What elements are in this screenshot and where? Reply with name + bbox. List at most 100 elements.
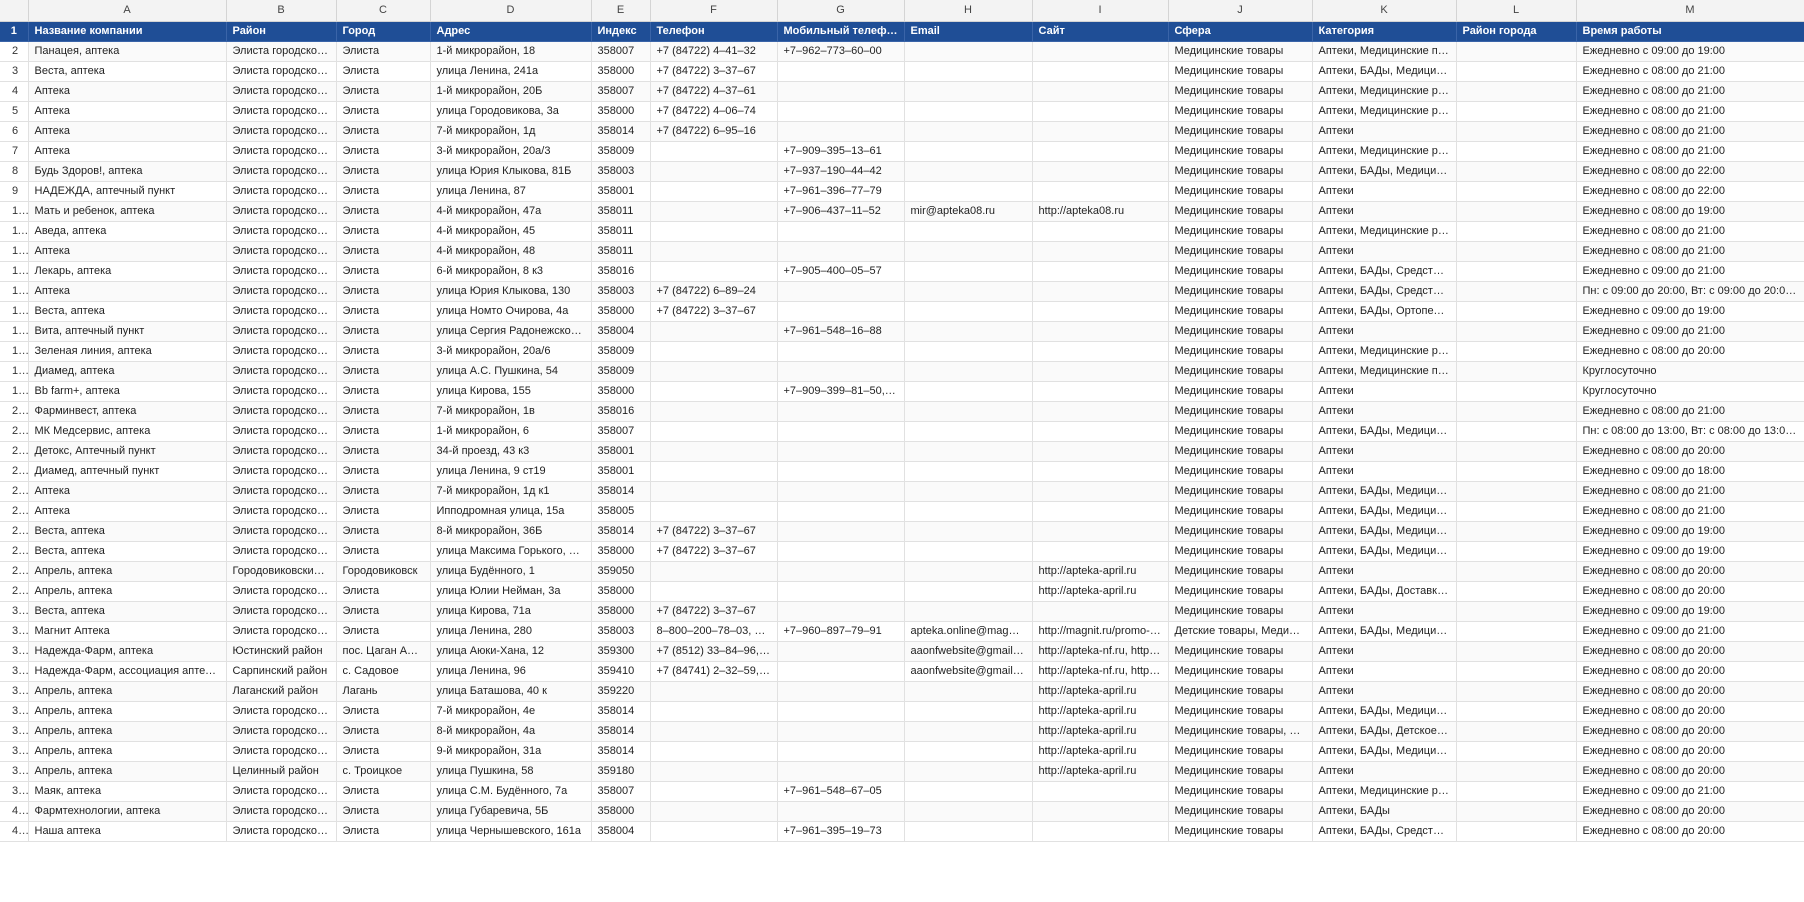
table-cell[interactable]: 358011 [591, 221, 651, 242]
table-cell[interactable] [1456, 701, 1577, 722]
table-cell[interactable]: Аптеки, БАДы, Детское пит... [1312, 721, 1457, 742]
table-cell[interactable]: Ежедневно с 08:00 до 21:00 [1576, 61, 1804, 82]
table-cell[interactable]: Элиста городской округ [226, 801, 337, 822]
table-cell[interactable]: 3-й микрорайон, 20а/3 [430, 141, 592, 162]
table-cell[interactable]: Апрель, аптека [28, 741, 227, 762]
column-letter-a[interactable]: A [28, 0, 227, 22]
table-cell[interactable] [650, 221, 778, 242]
header-cell[interactable]: Сфера [1168, 21, 1313, 42]
table-cell[interactable]: http://apteka-april.ru [1032, 721, 1169, 742]
table-cell[interactable]: Элиста [336, 421, 431, 442]
table-cell[interactable]: Медицинские товары [1168, 181, 1313, 202]
table-cell[interactable] [904, 141, 1033, 162]
table-cell[interactable]: Ежедневно с 08:00 до 21:00 [1576, 81, 1804, 102]
table-cell[interactable]: Медицинские товары [1168, 801, 1313, 822]
table-cell[interactable]: Аптеки [1312, 441, 1457, 462]
table-cell[interactable]: 358000 [591, 801, 651, 822]
table-cell[interactable]: Медицинские товары [1168, 561, 1313, 582]
table-cell[interactable]: Ежедневно с 09:00 до 19:00 [1576, 41, 1804, 62]
table-cell[interactable]: Медицинские товары [1168, 441, 1313, 462]
table-cell[interactable]: Ипподромная улица, 15а [430, 501, 592, 522]
row-number[interactable]: 13 [0, 261, 29, 282]
table-cell[interactable] [904, 121, 1033, 142]
table-cell[interactable] [777, 341, 905, 362]
column-letter-f[interactable]: F [650, 0, 778, 22]
table-cell[interactable]: Апрель, аптека [28, 681, 227, 702]
table-cell[interactable]: Медицинские товары [1168, 821, 1313, 842]
table-cell[interactable] [650, 321, 778, 342]
table-cell[interactable]: Аптеки [1312, 121, 1457, 142]
row-number[interactable]: 23 [0, 461, 29, 482]
table-cell[interactable] [777, 501, 905, 522]
table-cell[interactable]: 358014 [591, 701, 651, 722]
table-cell[interactable]: Медицинские товары [1168, 641, 1313, 662]
table-cell[interactable] [1456, 161, 1577, 182]
table-cell[interactable]: Городовиковск [336, 561, 431, 582]
row-number[interactable]: 6 [0, 121, 29, 142]
table-cell[interactable]: Медицинские товары [1168, 141, 1313, 162]
table-cell[interactable]: Аптеки, БАДы, Медицинск... [1312, 161, 1457, 182]
table-cell[interactable]: Детокс, Аптечный пункт [28, 441, 227, 462]
table-cell[interactable] [1456, 241, 1577, 262]
table-cell[interactable] [1456, 821, 1577, 842]
table-cell[interactable]: Элиста городской округ [226, 241, 337, 262]
table-cell[interactable]: Медицинские товары [1168, 361, 1313, 382]
table-cell[interactable] [1456, 101, 1577, 122]
table-cell[interactable] [1456, 421, 1577, 442]
table-cell[interactable]: Аптека [28, 101, 227, 122]
table-cell[interactable]: Ежедневно с 09:00 до 18:00 [1576, 461, 1804, 482]
header-cell[interactable]: Район [226, 21, 337, 42]
table-cell[interactable]: http://apteka-april.ru [1032, 681, 1169, 702]
table-cell[interactable]: +7 (84722) 4–41–32 [650, 41, 778, 62]
table-cell[interactable]: Медицинские товары [1168, 401, 1313, 422]
table-cell[interactable]: Элиста городской округ [226, 141, 337, 162]
table-cell[interactable]: 7-й микрорайон, 1в [430, 401, 592, 422]
table-cell[interactable]: Элиста [336, 301, 431, 322]
table-cell[interactable] [1456, 521, 1577, 542]
table-cell[interactable]: Ежедневно с 08:00 до 20:00 [1576, 561, 1804, 582]
table-cell[interactable]: Элиста [336, 381, 431, 402]
table-cell[interactable]: Элиста городской округ [226, 261, 337, 282]
row-number[interactable]: 16 [0, 321, 29, 342]
table-cell[interactable]: Медицинские товары [1168, 601, 1313, 622]
table-cell[interactable]: Аптека [28, 501, 227, 522]
table-cell[interactable]: 1-й микрорайон, 20Б [430, 81, 592, 102]
table-cell[interactable] [904, 441, 1033, 462]
table-cell[interactable] [904, 101, 1033, 122]
row-number[interactable]: 2 [0, 41, 29, 62]
table-cell[interactable] [1456, 261, 1577, 282]
table-cell[interactable]: Аптеки, Медицинские рас... [1312, 101, 1457, 122]
table-cell[interactable]: Ежедневно с 08:00 до 20:00 [1576, 641, 1804, 662]
table-cell[interactable] [1456, 181, 1577, 202]
table-cell[interactable]: Ежедневно с 09:00 до 21:00 [1576, 621, 1804, 642]
table-cell[interactable]: 4-й микрорайон, 48 [430, 241, 592, 262]
table-cell[interactable] [650, 721, 778, 742]
table-cell[interactable] [777, 681, 905, 702]
table-cell[interactable]: Элиста [336, 161, 431, 182]
table-cell[interactable]: 8–800–200–78–03, 8–8... [650, 621, 778, 642]
table-cell[interactable] [650, 801, 778, 822]
column-letter-b[interactable]: B [226, 0, 337, 22]
table-cell[interactable] [1032, 381, 1169, 402]
table-cell[interactable]: Элиста [336, 541, 431, 562]
row-number[interactable]: 14 [0, 281, 29, 302]
table-cell[interactable] [904, 41, 1033, 62]
table-cell[interactable]: Bb farm+, аптека [28, 381, 227, 402]
table-cell[interactable]: Медицинские товары [1168, 261, 1313, 282]
table-cell[interactable]: улица Максима Горького, 11Б [430, 541, 592, 562]
table-cell[interactable]: +7–961–395–19–73 [777, 821, 905, 842]
table-cell[interactable] [1032, 261, 1169, 282]
table-cell[interactable] [904, 501, 1033, 522]
table-cell[interactable]: 358016 [591, 261, 651, 282]
table-cell[interactable]: Фармтехнологии, аптека [28, 801, 227, 822]
table-cell[interactable]: Элиста [336, 201, 431, 222]
table-cell[interactable]: Лаганский район [226, 681, 337, 702]
header-cell[interactable]: Сайт [1032, 21, 1169, 42]
table-cell[interactable] [1456, 441, 1577, 462]
table-cell[interactable] [650, 241, 778, 262]
table-cell[interactable]: Ежедневно с 08:00 до 21:00 [1576, 241, 1804, 262]
table-cell[interactable] [650, 201, 778, 222]
table-cell[interactable] [904, 801, 1033, 822]
table-cell[interactable]: apteka.online@magnit.ru [904, 621, 1033, 642]
row-number[interactable]: 15 [0, 301, 29, 322]
